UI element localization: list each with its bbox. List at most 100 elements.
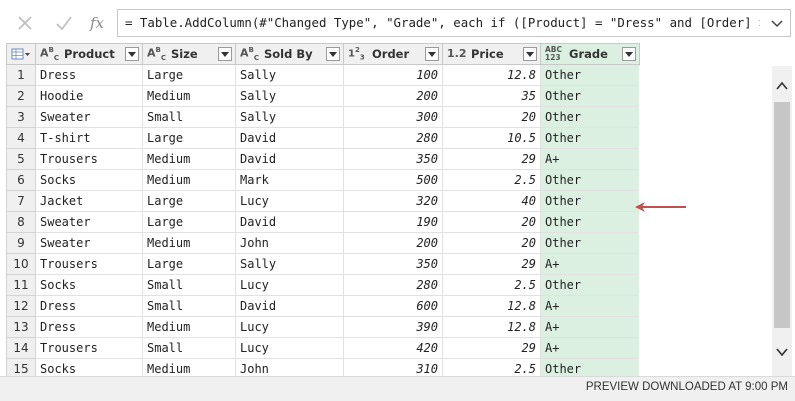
text-type-icon[interactable]: ABC bbox=[147, 45, 171, 63]
cell-price[interactable]: 40 bbox=[442, 190, 541, 212]
cell-product[interactable]: T-shirt bbox=[35, 127, 143, 149]
cell-order[interactable]: 390 bbox=[343, 316, 443, 338]
cell-sold-by[interactable]: David bbox=[235, 295, 344, 317]
cell-sold-by[interactable]: John bbox=[235, 232, 344, 254]
cell-product[interactable]: Sweater bbox=[35, 232, 143, 254]
cell-sold-by[interactable]: Sally bbox=[235, 253, 344, 275]
row-number[interactable]: 4 bbox=[6, 127, 36, 149]
cell-order[interactable]: 280 bbox=[343, 274, 443, 296]
cell-order[interactable]: 320 bbox=[343, 190, 443, 212]
cell-sold-by[interactable]: Lucy bbox=[235, 316, 344, 338]
cell-size[interactable]: Medium bbox=[142, 232, 236, 254]
cell-size[interactable]: Small bbox=[142, 295, 236, 317]
cell-product[interactable]: Jacket bbox=[35, 190, 143, 212]
cell-product[interactable]: Sweater bbox=[35, 211, 143, 233]
decimal-type-icon[interactable]: 1.2 bbox=[447, 48, 471, 59]
formula-input[interactable]: = Table.AddColumn(#"Changed Type", "Grad… bbox=[117, 9, 791, 37]
cell-sold-by[interactable]: David bbox=[235, 148, 344, 170]
check-icon[interactable] bbox=[51, 10, 77, 36]
cell-order[interactable]: 420 bbox=[343, 337, 443, 359]
cell-price[interactable]: 20 bbox=[442, 211, 541, 233]
row-number[interactable]: 10 bbox=[6, 253, 36, 275]
cell-order[interactable]: 350 bbox=[343, 253, 443, 275]
cell-sold-by[interactable]: Sally bbox=[235, 106, 344, 128]
text-type-icon[interactable]: ABC bbox=[240, 45, 264, 63]
cell-sold-by[interactable]: Mark bbox=[235, 169, 344, 191]
cell-size[interactable]: Medium bbox=[142, 85, 236, 107]
row-number[interactable]: 2 bbox=[6, 85, 36, 107]
cell-price[interactable]: 2.5 bbox=[442, 169, 541, 191]
cell-grade[interactable]: A+ bbox=[540, 316, 640, 338]
table-menu-icon[interactable] bbox=[11, 48, 31, 60]
cell-sold-by[interactable]: Sally bbox=[235, 64, 344, 86]
cell-order[interactable]: 100 bbox=[343, 64, 443, 86]
chevron-down-icon[interactable] bbox=[768, 14, 786, 32]
any-type-icon[interactable]: ABC 123 bbox=[545, 46, 569, 62]
filter-dropdown-icon[interactable] bbox=[425, 47, 439, 61]
row-number[interactable]: 12 bbox=[6, 295, 36, 317]
text-type-icon[interactable]: ABC bbox=[40, 45, 64, 63]
cell-price[interactable]: 35 bbox=[442, 85, 541, 107]
cell-product[interactable]: Dress bbox=[35, 295, 143, 317]
cell-grade[interactable]: Other bbox=[540, 64, 640, 86]
vertical-scrollbar[interactable] bbox=[772, 66, 792, 376]
column-header-product[interactable]: ABC Product bbox=[35, 43, 143, 65]
table-menu-cell[interactable] bbox=[6, 43, 36, 65]
filter-dropdown-icon[interactable] bbox=[523, 47, 537, 61]
cell-sold-by[interactable]: David bbox=[235, 211, 344, 233]
cell-price[interactable]: 10.5 bbox=[442, 127, 541, 149]
row-number[interactable]: 9 bbox=[6, 232, 36, 254]
row-number[interactable]: 14 bbox=[6, 337, 36, 359]
row-number[interactable]: 11 bbox=[6, 274, 36, 296]
cell-order[interactable]: 500 bbox=[343, 169, 443, 191]
column-header-order[interactable]: 123 Order bbox=[343, 43, 443, 65]
cell-size[interactable]: Large bbox=[142, 211, 236, 233]
cell-price[interactable]: 12.8 bbox=[442, 316, 541, 338]
scroll-up-icon[interactable] bbox=[774, 78, 790, 94]
cell-grade[interactable]: A+ bbox=[540, 295, 640, 317]
column-header-sold-by[interactable]: ABC Sold By bbox=[235, 43, 344, 65]
cell-size[interactable]: Medium bbox=[142, 169, 236, 191]
cell-price[interactable]: 29 bbox=[442, 148, 541, 170]
column-header-grade[interactable]: ABC 123 Grade bbox=[540, 43, 640, 65]
cell-price[interactable]: 12.8 bbox=[442, 64, 541, 86]
cell-grade[interactable]: Other bbox=[540, 232, 640, 254]
row-number[interactable]: 7 bbox=[6, 190, 36, 212]
cell-sold-by[interactable]: David bbox=[235, 127, 344, 149]
cell-order[interactable]: 280 bbox=[343, 127, 443, 149]
row-number[interactable]: 6 bbox=[6, 169, 36, 191]
row-number[interactable]: 13 bbox=[6, 316, 36, 338]
cell-grade[interactable]: A+ bbox=[540, 253, 640, 275]
scroll-down-icon[interactable] bbox=[774, 344, 790, 360]
cell-product[interactable]: Socks bbox=[35, 169, 143, 191]
cell-product[interactable]: Trousers bbox=[35, 148, 143, 170]
row-number[interactable]: 3 bbox=[6, 106, 36, 128]
cell-size[interactable]: Large bbox=[142, 253, 236, 275]
cell-product[interactable]: Dress bbox=[35, 316, 143, 338]
cell-grade[interactable]: A+ bbox=[540, 148, 640, 170]
cell-size[interactable]: Medium bbox=[142, 148, 236, 170]
cell-sold-by[interactable]: Lucy bbox=[235, 274, 344, 296]
cell-price[interactable]: 29 bbox=[442, 253, 541, 275]
cell-price[interactable]: 20 bbox=[442, 232, 541, 254]
column-header-size[interactable]: ABC Size bbox=[142, 43, 236, 65]
cell-grade[interactable]: Other bbox=[540, 106, 640, 128]
cell-sold-by[interactable]: Sally bbox=[235, 85, 344, 107]
cell-grade[interactable]: Other bbox=[540, 274, 640, 296]
cell-product[interactable]: Sweater bbox=[35, 106, 143, 128]
cell-order[interactable]: 200 bbox=[343, 232, 443, 254]
cell-size[interactable]: Large bbox=[142, 64, 236, 86]
cell-order[interactable]: 350 bbox=[343, 148, 443, 170]
cell-order[interactable]: 190 bbox=[343, 211, 443, 233]
cell-price[interactable]: 29 bbox=[442, 337, 541, 359]
row-number[interactable]: 1 bbox=[6, 64, 36, 86]
column-header-price[interactable]: 1.2 Price bbox=[442, 43, 541, 65]
filter-dropdown-icon[interactable] bbox=[218, 47, 232, 61]
cell-order[interactable]: 600 bbox=[343, 295, 443, 317]
cell-grade[interactable]: Other bbox=[540, 211, 640, 233]
cell-size[interactable]: Small bbox=[142, 274, 236, 296]
cell-size[interactable]: Medium bbox=[142, 316, 236, 338]
filter-dropdown-icon[interactable] bbox=[622, 47, 636, 61]
filter-dropdown-icon[interactable] bbox=[125, 47, 139, 61]
cell-size[interactable]: Large bbox=[142, 190, 236, 212]
